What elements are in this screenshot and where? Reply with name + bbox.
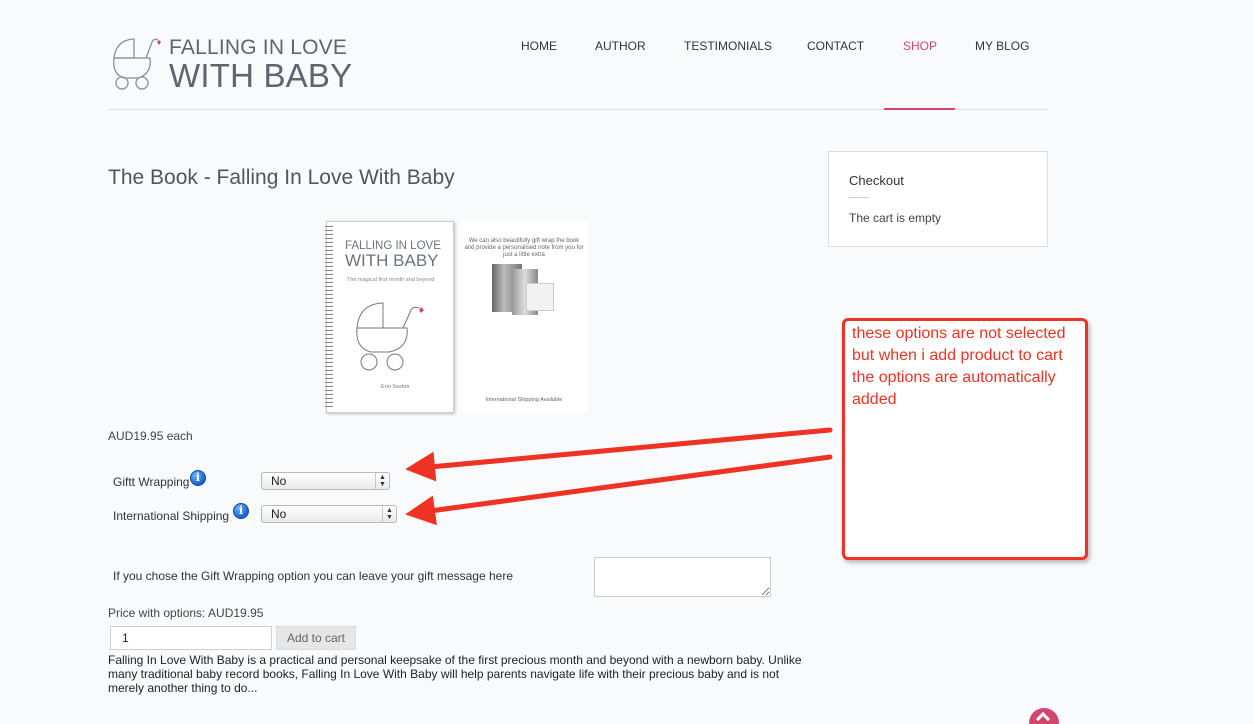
page: FALLING IN LOVE WITH BABY HOME AUTHOR TE… [0,0,1254,724]
chevron-up-icon [1035,711,1051,724]
annotation-text: these options are not selected but when … [852,325,1066,408]
annotation-callout: these options are not selected but when … [842,318,1088,560]
annotation-arrow [405,454,833,526]
annotation-arrow [405,427,833,482]
